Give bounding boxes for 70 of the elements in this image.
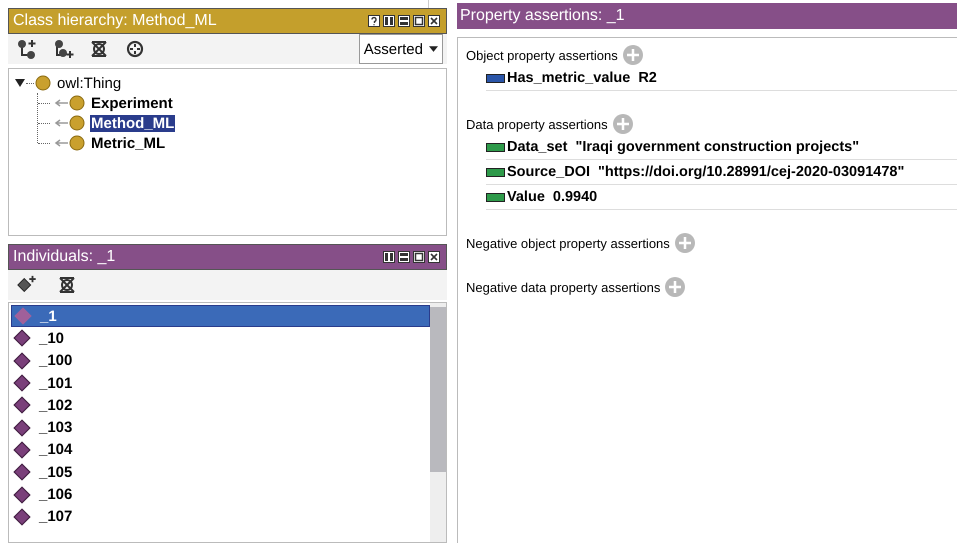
split-icon[interactable] [383,15,395,27]
add-sibling-icon[interactable] [52,38,74,60]
section-title: Data property assertions [466,116,608,132]
arrow-icon [54,119,68,127]
tree-item[interactable]: Experiment [90,94,174,112]
diamond-icon [13,329,31,348]
property-value: "https://doi.org/10.28991/cej-2020-03091478" [598,164,904,180]
assertion-row[interactable]: Source_DOI "https://doi.org/10.28991/cej-2020-03091478" [486,160,957,185]
close-icon[interactable] [428,15,440,27]
maximize-icon[interactable] [413,15,425,27]
panel-title: Property assertions: _1 [460,7,625,25]
list-item[interactable]: _1 [11,305,430,328]
list-item[interactable]: _107 [11,506,430,528]
list-item[interactable]: _102 [11,394,430,416]
property-name: Has_metric_value [507,70,630,86]
target-icon[interactable] [124,38,146,60]
property-bar-icon [486,74,505,82]
property-name: Source_DOI [507,164,590,180]
property-name: Value [507,189,545,205]
minimize-icon[interactable] [398,251,410,263]
diamond-icon [13,508,31,526]
collapse-triangle-icon[interactable] [15,79,25,87]
tree-item[interactable]: owl:Thing [56,74,122,92]
section-title: Negative object property assertions [466,236,670,250]
diamond-icon [13,440,31,459]
property-bar-icon [486,192,505,202]
section-title: Object property assertions [466,48,618,62]
panel-title: Class hierarchy: Method_ML [13,12,217,30]
tree-item[interactable]: Metric_ML [90,134,166,152]
panel-title: Individuals: _1 [13,248,116,266]
minimize-icon[interactable] [398,15,410,27]
arrow-icon [54,139,68,147]
list-item[interactable]: _101 [11,372,430,394]
list-item[interactable]: _10 [11,327,430,350]
class-circle-icon [69,115,85,131]
split-icon[interactable] [383,251,395,263]
maximize-icon[interactable] [413,251,425,263]
property-bar-icon [486,168,505,176]
caret-icon [429,46,438,52]
class-circle-icon [69,95,85,111]
section-title: Negative data property assertions [466,280,660,294]
help-icon[interactable] [368,15,380,27]
diamond-icon [13,352,31,370]
property-value: 0.9940 [552,189,598,205]
diamond-icon [13,463,31,482]
assertion-row[interactable]: Data_set "Iraqi government construction projects" [486,135,957,160]
scrollbar-thumb[interactable] [430,307,446,472]
assertion-row[interactable]: Value 0.9940 [486,185,957,210]
list-item[interactable]: _103 [11,416,430,439]
list-item[interactable]: _104 [11,438,430,462]
diamond-icon [14,307,32,326]
add-subclass-icon[interactable] [16,38,38,60]
property-value: R2 [638,70,657,86]
diamond-icon [13,374,31,392]
tree-item[interactable]: Method_ML [90,114,176,132]
diamond-icon [13,418,31,437]
property-name: Data_set [507,139,568,155]
assertion-row[interactable]: Has_metric_value R2 [486,66,957,91]
list-item[interactable]: _106 [11,483,430,506]
close-icon[interactable] [428,251,440,263]
arrow-icon [54,99,68,107]
diamond-icon [13,396,31,414]
list-item[interactable]: _100 [11,350,430,372]
property-bar-icon [486,142,505,152]
class-circle-icon [35,75,51,91]
diamond-icon [13,486,31,504]
property-value: "Iraqi government construction projects" [575,139,860,155]
view-dropdown[interactable]: Asserted [358,34,443,64]
list-item[interactable]: _105 [11,461,430,484]
class-circle-icon [69,135,85,151]
